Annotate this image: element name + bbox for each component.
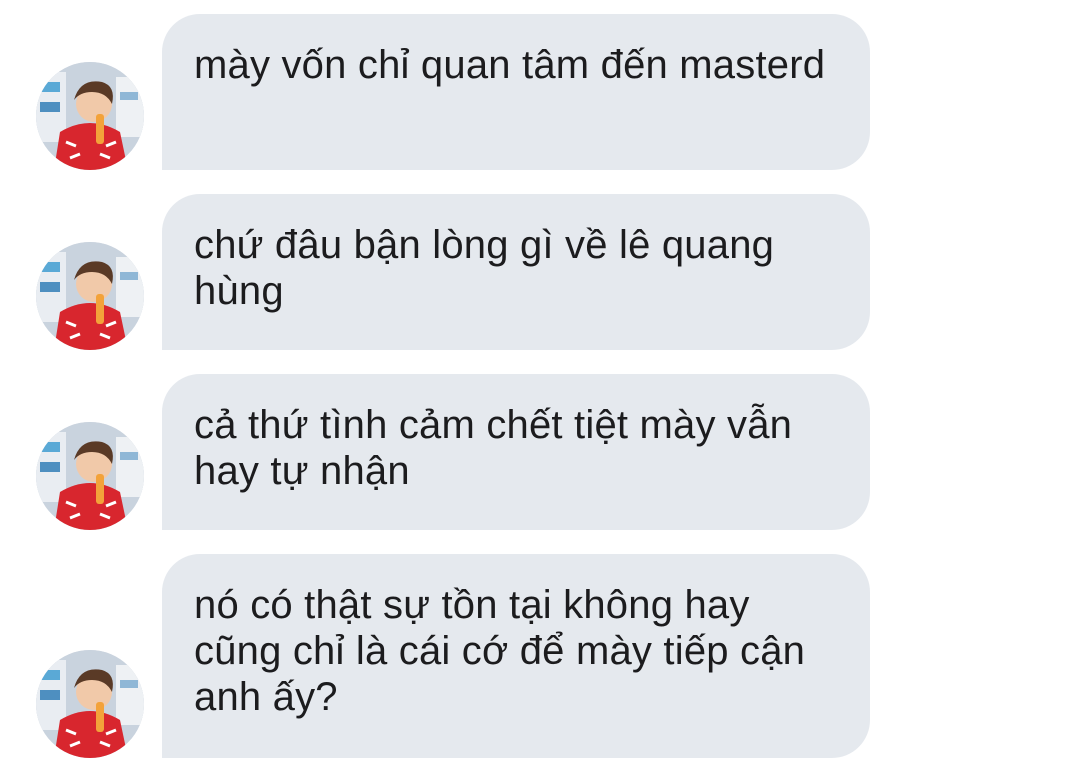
avatar-photo — [36, 650, 144, 758]
message-bubble[interactable]: cả thứ tình cảm chết tiệt mày vẫn hay tự… — [162, 374, 870, 530]
avatar-photo — [36, 62, 144, 170]
message-bubble[interactable]: mày vốn chỉ quan tâm đến masterd — [162, 14, 870, 170]
message-text: mày vốn chỉ quan tâm đến masterd — [194, 43, 826, 87]
message-row: cả thứ tình cảm chết tiệt mày vẫn hay tự… — [0, 374, 1080, 530]
message-text: chứ đâu bận lòng gì về lê quang hùng — [194, 223, 775, 313]
message-text: cả thứ tình cảm chết tiệt mày vẫn hay tự… — [194, 403, 793, 493]
sender-avatar[interactable] — [36, 62, 144, 170]
message-row: nó có thật sự tồn tại không hay cũng chỉ… — [0, 554, 1080, 758]
message-row: chứ đâu bận lòng gì về lê quang hùng — [0, 194, 1080, 350]
message-bubble[interactable]: chứ đâu bận lòng gì về lê quang hùng — [162, 194, 870, 350]
chat-thread: mày vốn chỉ quan tâm đến masterd chứ đâu… — [0, 0, 1080, 776]
avatar-photo — [36, 242, 144, 350]
avatar-photo — [36, 422, 144, 530]
sender-avatar[interactable] — [36, 422, 144, 530]
message-bubble[interactable]: nó có thật sự tồn tại không hay cũng chỉ… — [162, 554, 870, 758]
sender-avatar[interactable] — [36, 242, 144, 350]
message-row: mày vốn chỉ quan tâm đến masterd — [0, 14, 1080, 170]
sender-avatar[interactable] — [36, 650, 144, 758]
message-text: nó có thật sự tồn tại không hay cũng chỉ… — [194, 583, 806, 719]
